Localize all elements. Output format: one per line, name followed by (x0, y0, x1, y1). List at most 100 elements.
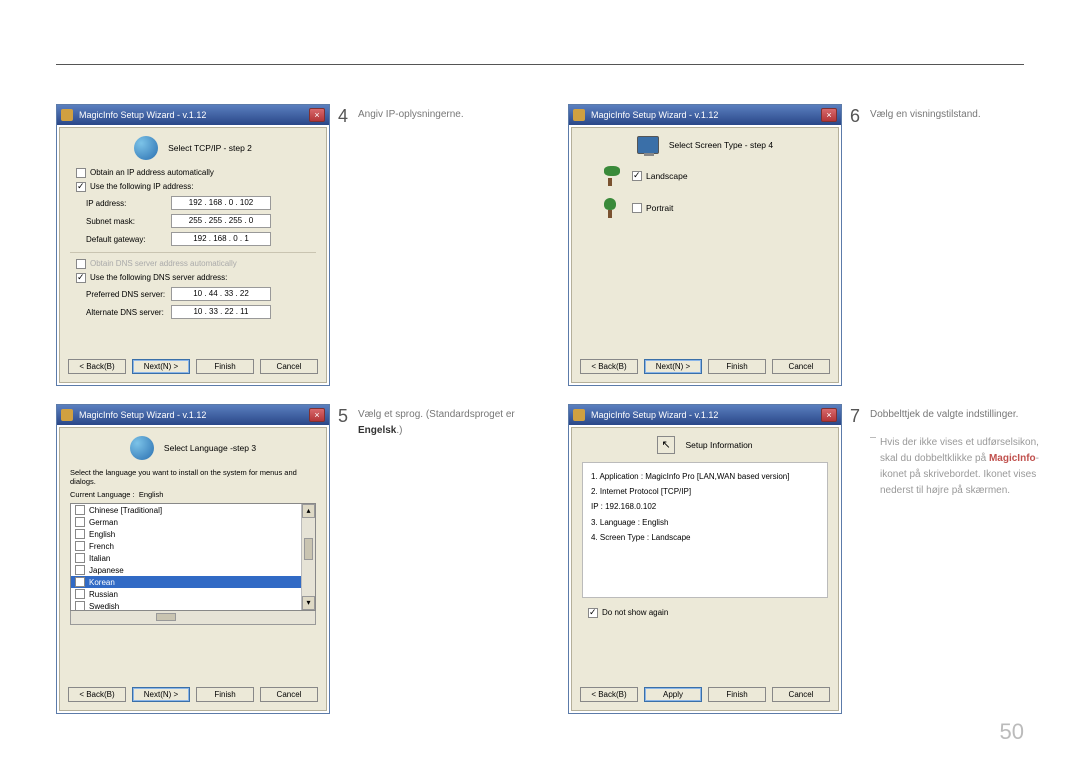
pointer-icon (657, 436, 675, 454)
language-item[interactable]: German (71, 516, 315, 528)
lang-checkbox[interactable] (75, 529, 85, 539)
lang-checkbox[interactable] (75, 601, 85, 611)
lang-checkbox[interactable] (75, 589, 85, 599)
scrollbar[interactable]: ▴ ▾ (301, 504, 315, 610)
next-button[interactable]: Next(N) > (132, 359, 190, 374)
auto-ip-label: Obtain an IP address automatically (90, 168, 214, 177)
scroll-thumb[interactable] (304, 538, 313, 560)
back-button[interactable]: < Back(B) (68, 359, 126, 374)
next-button[interactable]: Next(N) > (132, 687, 190, 702)
portrait-checkbox[interactable] (632, 203, 642, 213)
step-number-7: 7 (842, 404, 870, 714)
wizard-body: Select Screen Type - step 4 Landscape Po… (571, 127, 839, 359)
app-icon (61, 409, 73, 421)
portrait-option[interactable]: Portrait (602, 198, 828, 218)
wizard-body: Select TCP/IP - step 2 Obtain an IP addr… (59, 127, 327, 359)
language-item[interactable]: French (71, 540, 315, 552)
use-dns-checkbox[interactable] (76, 273, 86, 283)
finish-button[interactable]: Finish (196, 359, 254, 374)
apply-button[interactable]: Apply (644, 687, 702, 702)
landscape-checkbox[interactable] (632, 171, 642, 181)
step-number-5: 5 (330, 404, 358, 714)
dont-show-checkbox[interactable] (588, 608, 598, 618)
gateway-label: Default gateway: (86, 235, 171, 244)
mask-label: Subnet mask: (86, 217, 171, 226)
window-title: MagicInfo Setup Wizard - v.1.12 (591, 410, 718, 420)
lang-label: Russian (89, 590, 118, 599)
app-icon (573, 109, 585, 121)
ip-field[interactable]: 192 . 168 . 0 . 102 (171, 196, 271, 210)
adns-field[interactable]: 10 . 33 . 22 . 11 (171, 305, 271, 319)
lang-checkbox[interactable] (75, 577, 85, 587)
close-icon[interactable]: × (821, 408, 837, 422)
wizard-body: Setup Information 1. Application : Magic… (571, 427, 839, 687)
app-icon (573, 409, 585, 421)
landscape-label: Landscape (646, 171, 688, 181)
ip-label: IP address: (86, 199, 171, 208)
back-button[interactable]: < Back(B) (580, 687, 638, 702)
language-item[interactable]: Chinese [Traditional] (71, 504, 315, 516)
titlebar: MagicInfo Setup Wizard - v.1.12 × (569, 105, 841, 125)
current-lang-label: Current Language : (70, 490, 135, 499)
lang-checkbox[interactable] (75, 505, 85, 515)
gateway-field[interactable]: 192 . 168 . 0 . 1 (171, 232, 271, 246)
mask-field[interactable]: 255 . 255 . 255 . 0 (171, 214, 271, 228)
current-lang-value: English (139, 490, 164, 499)
lang-label: English (89, 530, 115, 539)
scroll-down-icon[interactable]: ▾ (302, 596, 315, 610)
scroll-up-icon[interactable]: ▴ (302, 504, 315, 518)
close-icon[interactable]: × (309, 108, 325, 122)
next-button[interactable]: Next(N) > (644, 359, 702, 374)
cancel-button[interactable]: Cancel (772, 687, 830, 702)
titlebar: MagicInfo Setup Wizard - v.1.12 × (569, 405, 841, 425)
back-button[interactable]: < Back(B) (68, 687, 126, 702)
tree-icon (602, 166, 618, 186)
cancel-button[interactable]: Cancel (260, 359, 318, 374)
pdns-field[interactable]: 10 . 44 . 33 . 22 (171, 287, 271, 301)
globe-icon (134, 136, 158, 160)
language-list[interactable]: Chinese [Traditional] German English French… (70, 503, 316, 611)
close-icon[interactable]: × (821, 108, 837, 122)
language-item[interactable]: Russian (71, 588, 315, 600)
finish-button[interactable]: Finish (196, 687, 254, 702)
finish-button[interactable]: Finish (708, 687, 766, 702)
h-scroll-thumb[interactable] (156, 613, 176, 621)
button-bar: < Back(B) Next(N) > Finish Cancel (571, 355, 839, 383)
summary-line: 3. Language : English (591, 515, 819, 530)
step-heading: Select Screen Type - step 4 (669, 140, 773, 150)
auto-ip-checkbox[interactable] (76, 168, 86, 178)
lang-checkbox[interactable] (75, 517, 85, 527)
cancel-button[interactable]: Cancel (260, 687, 318, 702)
language-item[interactable]: Japanese (71, 564, 315, 576)
lang-label: Japanese (89, 566, 124, 575)
landscape-option[interactable]: Landscape (602, 166, 828, 186)
lang-checkbox[interactable] (75, 565, 85, 575)
window-title: MagicInfo Setup Wizard - v.1.12 (79, 110, 206, 120)
step-heading: Setup Information (685, 440, 752, 450)
close-icon[interactable]: × (309, 408, 325, 422)
monitor-icon (637, 136, 659, 154)
summary-line: 4. Screen Type : Landscape (591, 530, 819, 545)
use-ip-checkbox[interactable] (76, 182, 86, 192)
adns-label: Alternate DNS server: (86, 308, 171, 317)
wizard-step6: MagicInfo Setup Wizard - v.1.12 × Select… (568, 104, 842, 386)
lang-label: German (89, 518, 118, 527)
h-scrollbar[interactable] (70, 611, 316, 625)
language-item[interactable]: English (71, 528, 315, 540)
auto-dns-checkbox[interactable] (76, 259, 86, 269)
language-item[interactable]: Swedish (71, 600, 315, 611)
titlebar: MagicInfo Setup Wizard - v.1.12 × (57, 105, 329, 125)
button-bar: < Back(B) Apply Finish Cancel (571, 683, 839, 711)
lang-label: Italian (89, 554, 110, 563)
lang-checkbox[interactable] (75, 553, 85, 563)
step-heading: Select Language -step 3 (164, 443, 256, 453)
back-button[interactable]: < Back(B) (580, 359, 638, 374)
language-item[interactable]: Korean (71, 576, 315, 588)
cancel-button[interactable]: Cancel (772, 359, 830, 374)
language-item[interactable]: Italian (71, 552, 315, 564)
use-dns-label: Use the following DNS server address: (90, 273, 227, 282)
finish-button[interactable]: Finish (708, 359, 766, 374)
lang-checkbox[interactable] (75, 541, 85, 551)
tree-icon (602, 198, 618, 218)
lang-label: French (89, 542, 114, 551)
